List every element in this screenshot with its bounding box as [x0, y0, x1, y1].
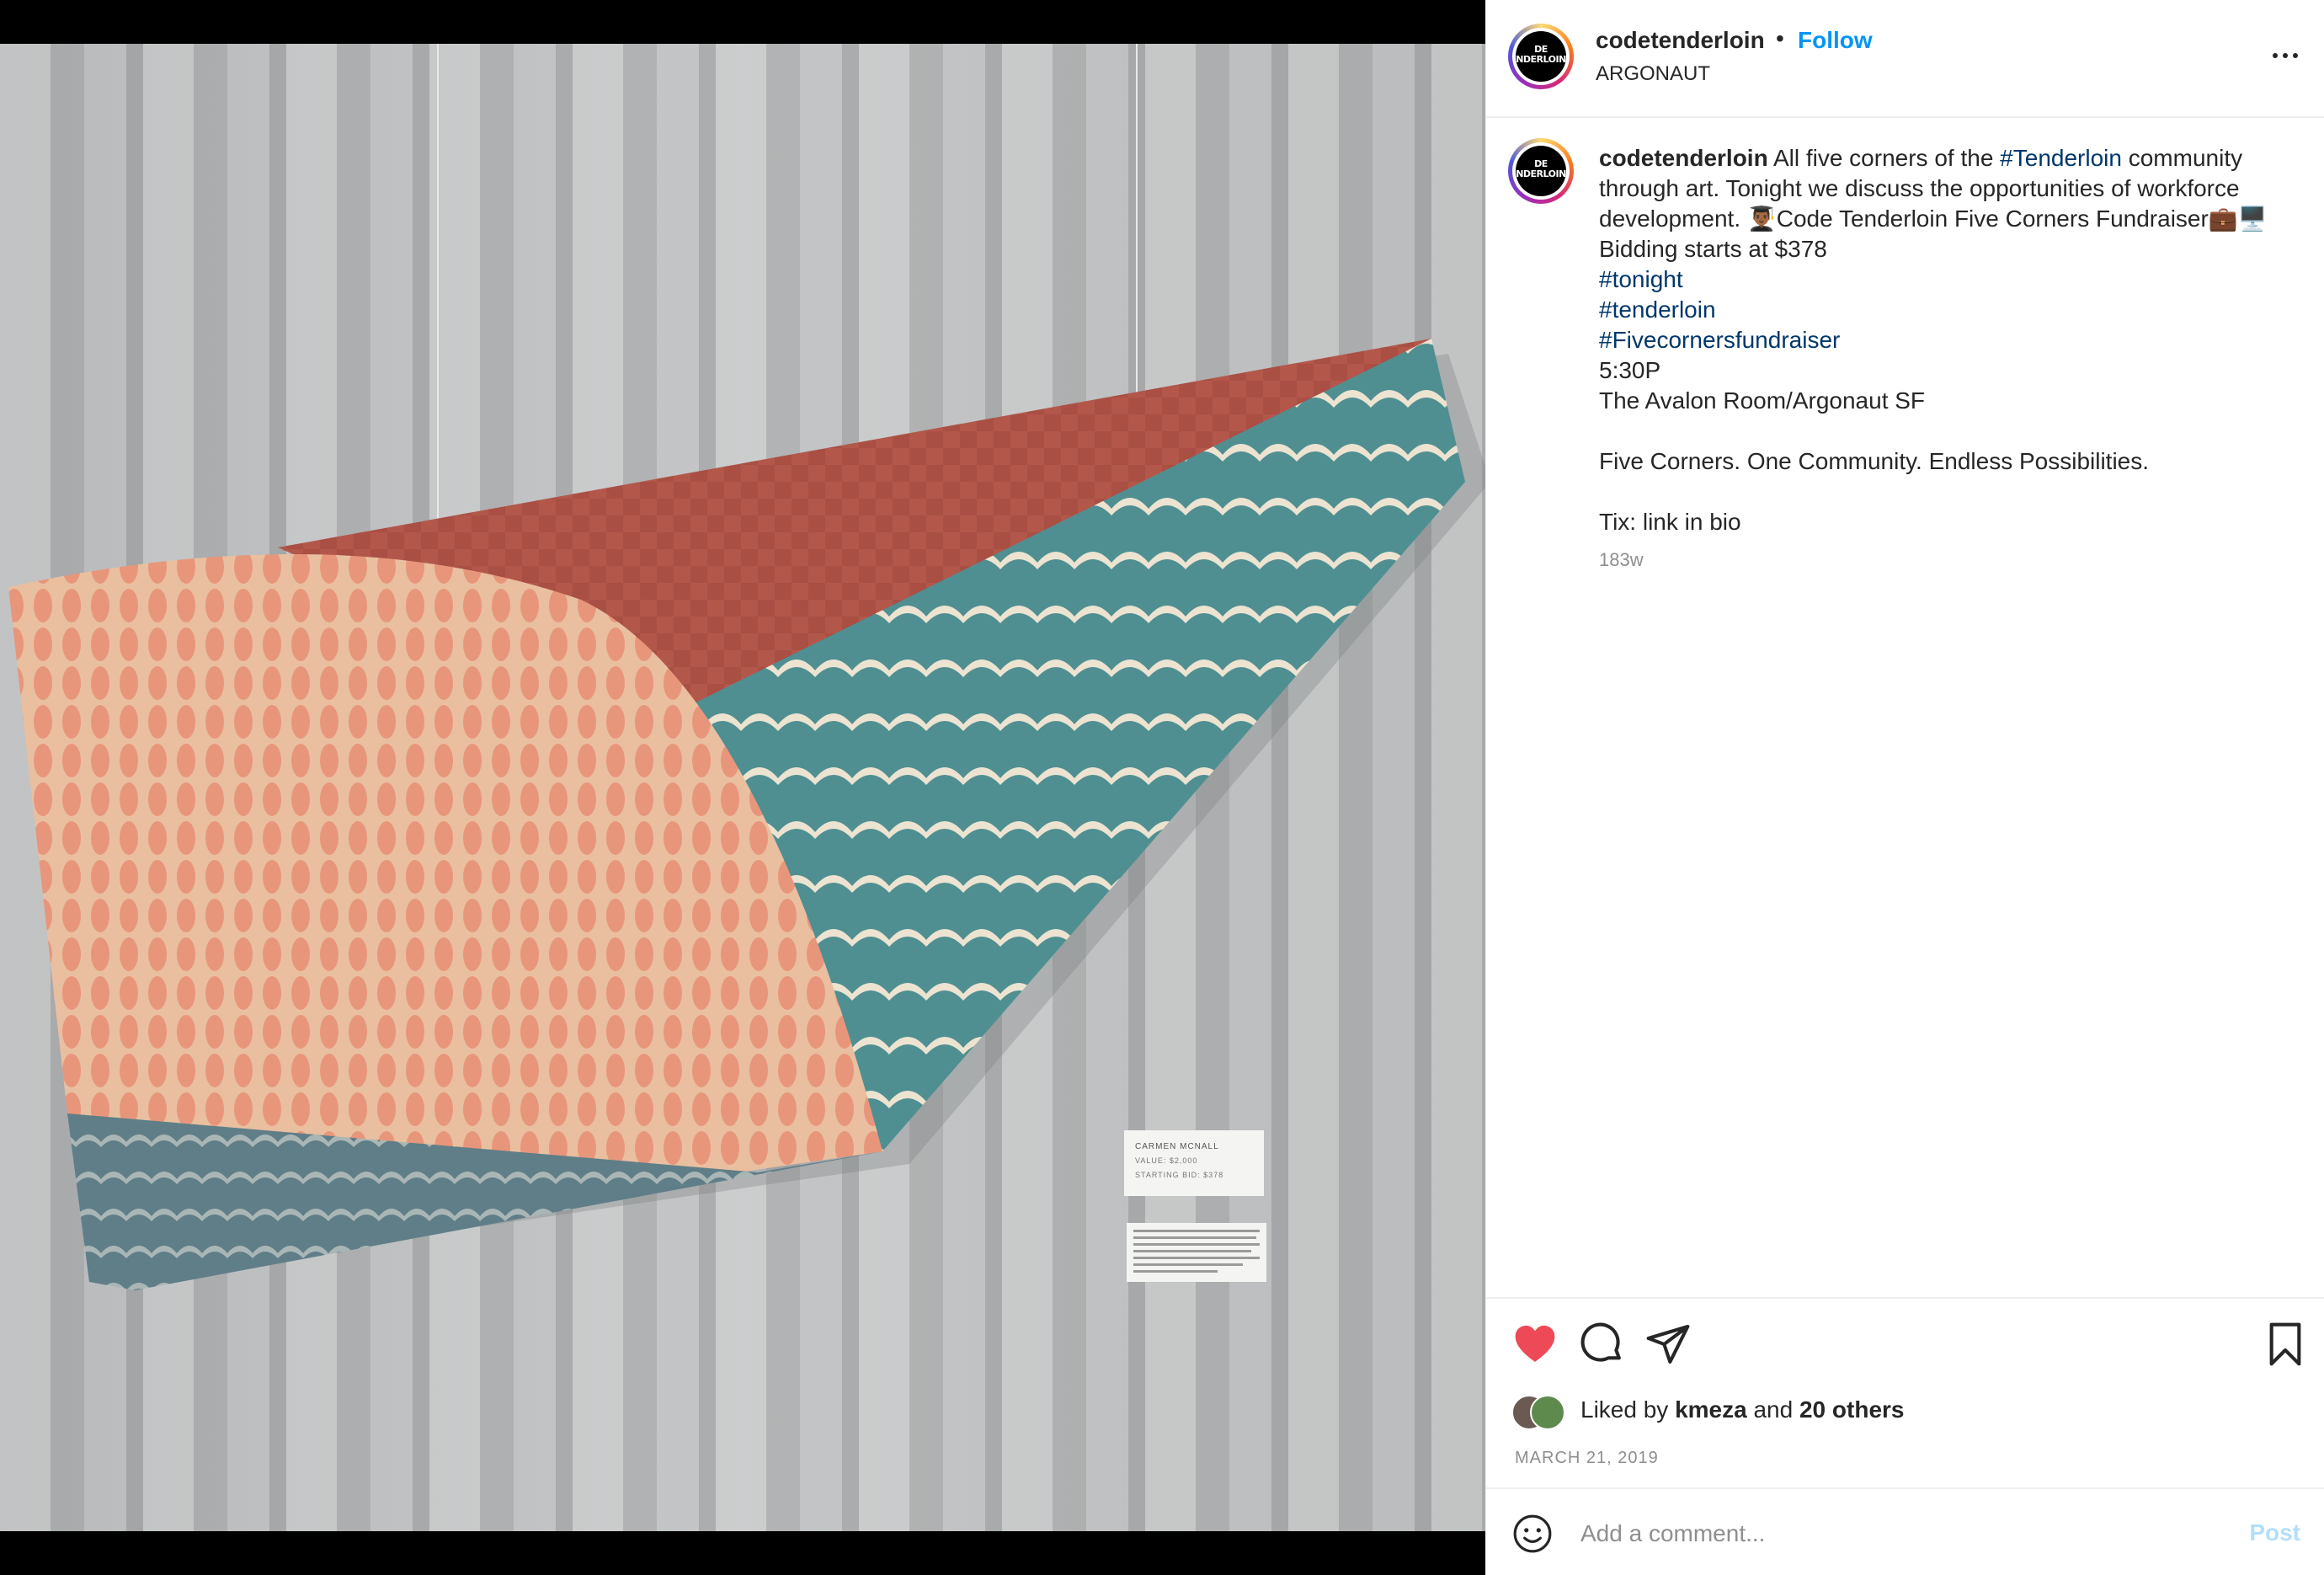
placard-artist: CARMEN MCNALL: [1135, 1142, 1219, 1151]
caption-text: codetenderloin All five corners of the #…: [1599, 143, 2289, 537]
follow-button[interactable]: Follow: [1798, 27, 1873, 54]
post-image[interactable]: CARMEN MCNALL VALUE: $2,000 STARTING BID…: [0, 0, 1485, 1575]
post-actions: Liked by kmeza and 20 others MARCH 21, 2…: [1486, 1297, 2324, 1575]
hashtag-link[interactable]: #tenderloin: [1599, 296, 1716, 323]
avatar: [1530, 1395, 1565, 1430]
caption-section: DE NDERLOIN codetenderloin All five corn…: [1486, 118, 2324, 1297]
more-options-icon[interactable]: [2268, 39, 2302, 72]
likes-others-link[interactable]: 20 others: [1799, 1396, 1905, 1423]
caption-part: 5:30P The Avalon Room/Argonaut SF Five C…: [1599, 357, 2150, 535]
emoji-icon[interactable]: [1511, 1513, 1554, 1555]
heart-icon[interactable]: [1511, 1321, 1559, 1368]
post-comment-button[interactable]: Post: [2249, 1519, 2300, 1546]
caption-part: All five corners of the: [1767, 145, 2001, 171]
avatar-logo: DE NDERLOIN: [1516, 31, 1566, 82]
instagram-post-view: CARMEN MCNALL VALUE: $2,000 STARTING BID…: [0, 0, 2324, 1575]
liker-username[interactable]: kmeza: [1675, 1396, 1747, 1423]
header-username[interactable]: codetenderloin: [1596, 27, 1765, 54]
avatar[interactable]: DE NDERLOIN: [1508, 24, 1574, 89]
likes-summary: Liked by kmeza and 20 others: [1580, 1396, 1905, 1423]
header-separator: •: [1776, 25, 1784, 51]
caption-timestamp[interactable]: 183w: [1599, 549, 1644, 571]
bookmark-icon[interactable]: [2262, 1321, 2309, 1368]
comment-input[interactable]: [1579, 1509, 2188, 1558]
hashtag-link[interactable]: #Fivecornersfundraiser: [1599, 327, 1840, 353]
caption-avatar-logo: DE NDERLOIN: [1516, 146, 1566, 196]
post-header: DE NDERLOIN codetenderloin • Follow ARGO…: [1486, 0, 2324, 118]
share-icon[interactable]: [1644, 1321, 1692, 1368]
hashtag-link[interactable]: #tonight: [1599, 266, 1683, 292]
post-date[interactable]: MARCH 21, 2019: [1515, 1449, 1659, 1468]
placard-value: VALUE: $2,000: [1135, 1156, 1197, 1165]
caption-avatar[interactable]: DE NDERLOIN: [1508, 138, 1574, 204]
caption-username[interactable]: codetenderloin: [1599, 145, 1768, 171]
hashtag-link[interactable]: #Tenderloin: [2000, 145, 2122, 171]
comment-icon[interactable]: [1579, 1321, 1626, 1368]
placard-starting-bid: STARTING BID: $378: [1135, 1171, 1223, 1179]
post-details-panel: DE NDERLOIN codetenderloin • Follow ARGO…: [1485, 0, 2324, 1575]
comment-bar: Post: [1486, 1487, 2324, 1575]
artwork-photo: CARMEN MCNALL VALUE: $2,000 STARTING BID…: [0, 44, 1485, 1531]
header-location[interactable]: ARGONAUT: [1596, 62, 1710, 86]
